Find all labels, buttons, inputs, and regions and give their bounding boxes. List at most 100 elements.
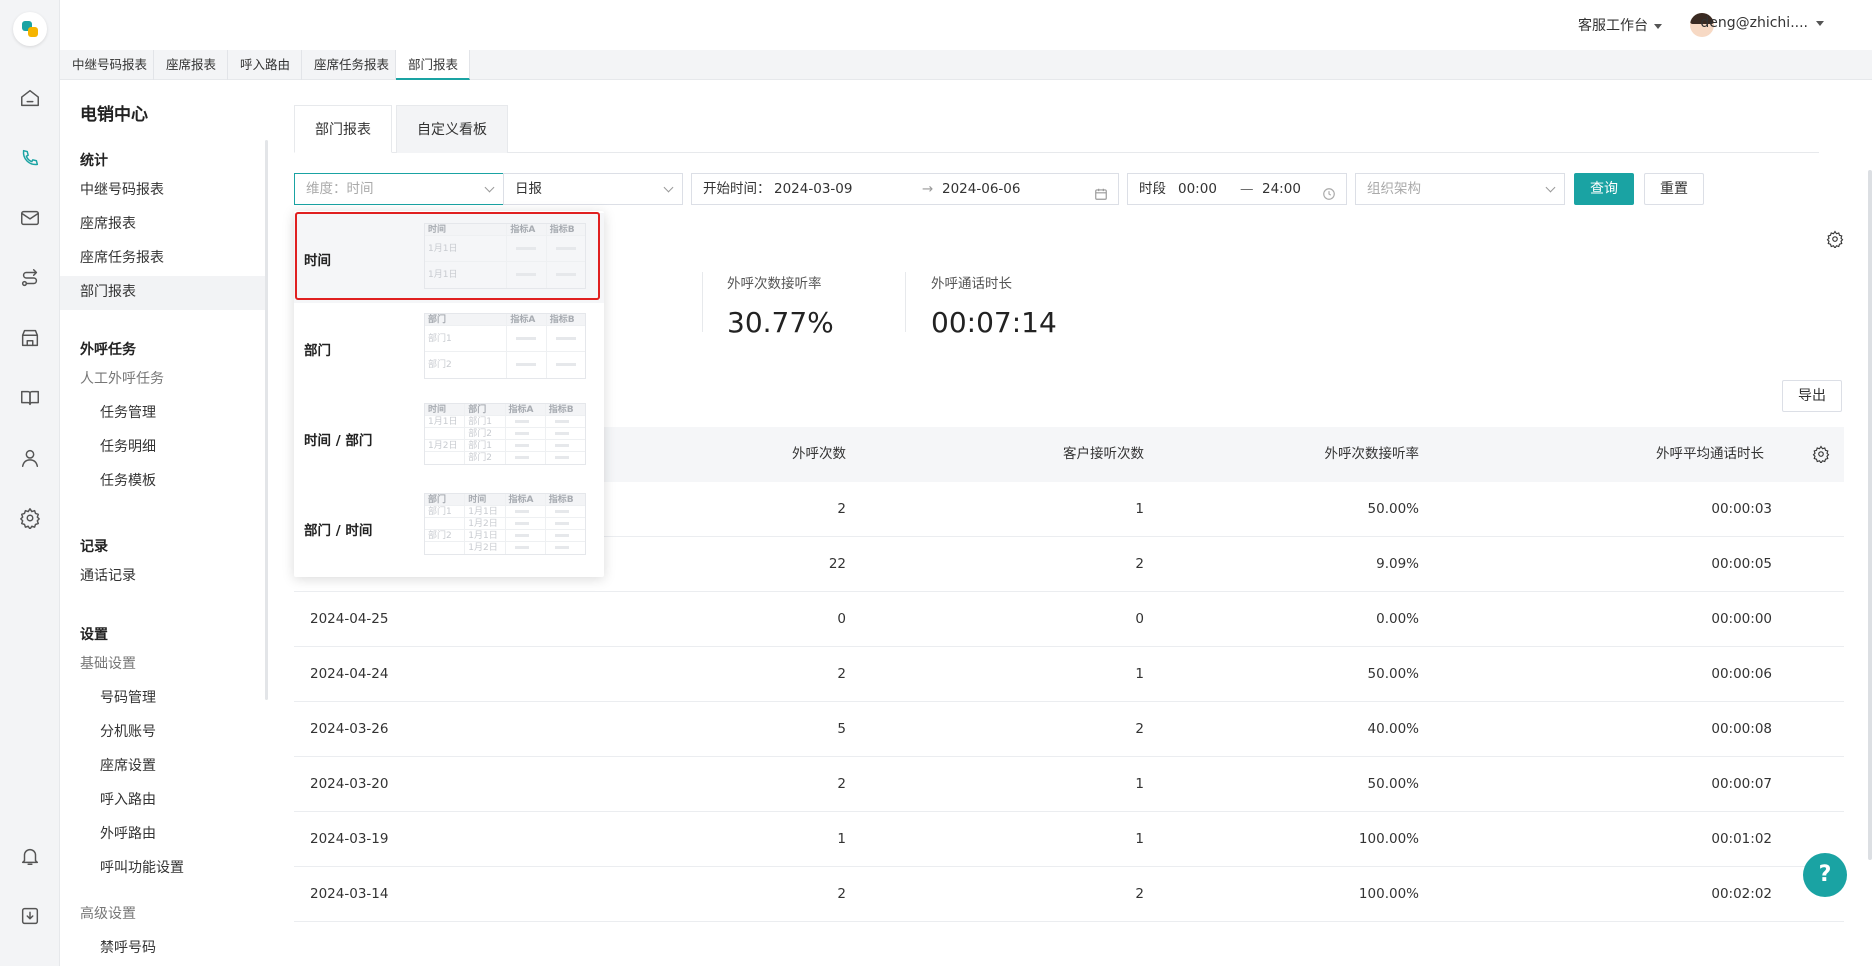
sidebar-item-blocked-numbers[interactable]: 禁呼号码 [100, 937, 156, 957]
mail-icon[interactable] [18, 206, 42, 230]
download-icon[interactable] [18, 904, 42, 928]
sidebar-group-basic-settings[interactable]: 基础设置 [80, 653, 136, 673]
page-tab-seat-report[interactable]: 座席报表✕ [154, 50, 228, 103]
preview-cell: 1月2日 [465, 542, 506, 554]
time-from[interactable]: 00:00 [1178, 174, 1217, 204]
cell-avg: 00:00:00 [1711, 611, 1772, 627]
phone-icon[interactable] [18, 146, 42, 170]
gear-icon[interactable] [1826, 230, 1844, 250]
sidebar-item-dept-report[interactable]: 部门报表 [80, 281, 136, 301]
tab-label: 部门报表 [408, 57, 459, 72]
table-row[interactable]: 2024-03-19 1 1 100.00% 00:01:02 [294, 812, 1844, 867]
dimension-option-time-dept[interactable]: 时间 / 部门 时间 部门 指标A 指标B 1月1日 部门1 部门2 1月2日 部门1 部… [294, 393, 604, 483]
gear-icon[interactable] [1812, 445, 1830, 465]
tab-label: 座席报表 [166, 57, 217, 72]
preview-header: 指标A [506, 404, 546, 415]
stat-value: 30.77% [727, 306, 834, 339]
option-preview-table: 部门 指标A 指标B 部门1 部门2 [424, 313, 586, 379]
sidebar-item-task-template[interactable]: 任务模板 [100, 470, 156, 490]
table-row[interactable]: 2024-03-26 5 2 40.00% 00:00:08 [294, 702, 1844, 757]
option-label: 部门 [304, 343, 331, 359]
agent-icon[interactable] [18, 446, 42, 470]
sidebar-item-number-manage[interactable]: 号码管理 [100, 687, 156, 707]
page-scrollbar[interactable] [1868, 170, 1872, 860]
page-tab-inbound-route[interactable]: 呼入路由✕ [228, 50, 302, 103]
time-dash: — [1240, 181, 1254, 197]
help-chat-button[interactable] [1803, 853, 1847, 897]
sidebar-scrollbar[interactable] [265, 140, 268, 700]
store-icon[interactable] [18, 326, 42, 350]
org-select[interactable]: 组织架构 [1355, 173, 1565, 205]
start-date[interactable]: 2024-03-09 [774, 174, 852, 204]
sidebar-item-task-manage[interactable]: 任务管理 [100, 402, 156, 422]
dimension-option-dept[interactable]: 部门 部门 指标A 指标B 部门1 部门2 [294, 303, 604, 393]
sidebar-item-trunk-report[interactable]: 中继号码报表 [80, 179, 164, 199]
app-logo[interactable] [13, 12, 47, 46]
calendar-icon [1094, 182, 1108, 212]
table-row[interactable]: 2024-04-24 2 1 50.00% 00:00:06 [294, 647, 1844, 702]
preview-header: 指标A [506, 494, 546, 505]
table-row[interactable]: 2024-03-14 2 2 100.00% 00:02:02 [294, 867, 1844, 922]
preview-cell: 1月1日 [465, 530, 506, 541]
period-select[interactable]: 日报 [503, 173, 683, 205]
sidebar-item-task-detail[interactable]: 任务明细 [100, 436, 156, 456]
page-tab-dept-report[interactable]: 部门报表✕ [396, 50, 470, 103]
workspace-label: 客服工作台 [1578, 18, 1648, 34]
date-range-picker[interactable]: 开始时间： 2024-03-09 → 2024-06-06 [691, 173, 1119, 205]
cell-date: 2024-03-19 [310, 831, 389, 847]
preview-cell: 部门1 [425, 326, 508, 351]
workspace-switcher[interactable]: 客服工作台 [1578, 15, 1662, 35]
sidebar-item-call-records[interactable]: 通话记录 [80, 565, 136, 585]
column-header[interactable]: 客户接听次数 [984, 427, 1144, 482]
column-header[interactable]: 外呼次数接听率 [1259, 427, 1420, 482]
preview-header: 指标A [507, 314, 547, 325]
settings-icon[interactable] [18, 506, 42, 530]
sidebar-item-outbound-route[interactable]: 外呼路由 [100, 823, 156, 843]
preview-header: 时间 [465, 494, 506, 505]
page-tab-trunk-report[interactable]: 中继号码报表✕ [60, 50, 154, 103]
route-icon[interactable] [18, 266, 42, 290]
column-header[interactable]: 外呼平均通话时长 [1584, 427, 1764, 482]
export-button[interactable]: 导出 [1782, 380, 1842, 412]
column-header[interactable]: 外呼次数 [686, 427, 846, 482]
dimension-select[interactable]: 维度：时间 [294, 173, 504, 205]
table-row[interactable]: 2024-04-25 0 0 0.00% 00:00:00 [294, 592, 1844, 647]
timeslot-label: 时段 [1139, 181, 1166, 197]
sidebar-item-seat-report[interactable]: 座席报表 [80, 213, 136, 233]
preview-cell: 1月1日 [425, 416, 466, 427]
tab-label: 中继号码报表 [72, 57, 148, 72]
sidebar-item-extension[interactable]: 分机账号 [100, 721, 156, 741]
reset-button[interactable]: 重置 [1644, 173, 1704, 205]
home-icon[interactable] [18, 86, 42, 110]
sidebar-item-inbound-route[interactable]: 呼入路由 [100, 789, 156, 809]
cell-rate: 50.00% [1367, 501, 1419, 517]
time-to[interactable]: 24:00 [1262, 174, 1301, 204]
query-button[interactable]: 查询 [1574, 173, 1634, 205]
cell-calls: 2 [837, 666, 846, 682]
tab-label: 座席任务报表 [314, 57, 390, 72]
sidebar-item-seat-settings[interactable]: 座席设置 [100, 755, 156, 775]
start-label: 开始时间： [703, 181, 771, 197]
sidebar-item-call-function[interactable]: 呼叫功能设置 [100, 857, 184, 877]
view-tabs-divider [294, 152, 1819, 153]
user-menu[interactable]: deng@zhichi.... [1700, 15, 1824, 31]
chevron-down-icon [1545, 182, 1556, 193]
end-date[interactable]: 2024-06-06 [942, 174, 1020, 204]
stat-call-duration: 外呼通话时长 00:07:14 [931, 272, 1057, 339]
tab-custom-board[interactable]: 自定义看板 [396, 105, 508, 153]
table-row[interactable]: 2024-03-20 2 1 50.00% 00:00:07 [294, 757, 1844, 812]
page-tab-seat-task-report[interactable]: 座席任务报表✕ [302, 50, 396, 103]
chevron-down-icon [484, 182, 495, 193]
cell-date: 2024-03-14 [310, 886, 389, 902]
bell-icon[interactable] [18, 844, 42, 868]
sidebar-group-advanced[interactable]: 高级设置 [80, 903, 136, 923]
tab-dept-report[interactable]: 部门报表 [294, 105, 392, 153]
range-arrow: → [922, 181, 934, 197]
book-icon[interactable] [18, 386, 42, 410]
time-slot-picker[interactable]: 时段 00:00 — 24:00 [1127, 173, 1347, 205]
sidebar-group-manual-outbound[interactable]: 人工外呼任务 [80, 368, 164, 388]
dimension-option-dept-time[interactable]: 部门 / 时间 部门 时间 指标A 指标B 部门1 1月1日 1月2日 部门2 1月1日 … [294, 483, 604, 573]
cell-answered: 1 [1135, 831, 1144, 847]
sidebar-item-seat-task-report[interactable]: 座席任务报表 [80, 247, 164, 267]
preview-cell: 1月2日 [425, 440, 466, 451]
